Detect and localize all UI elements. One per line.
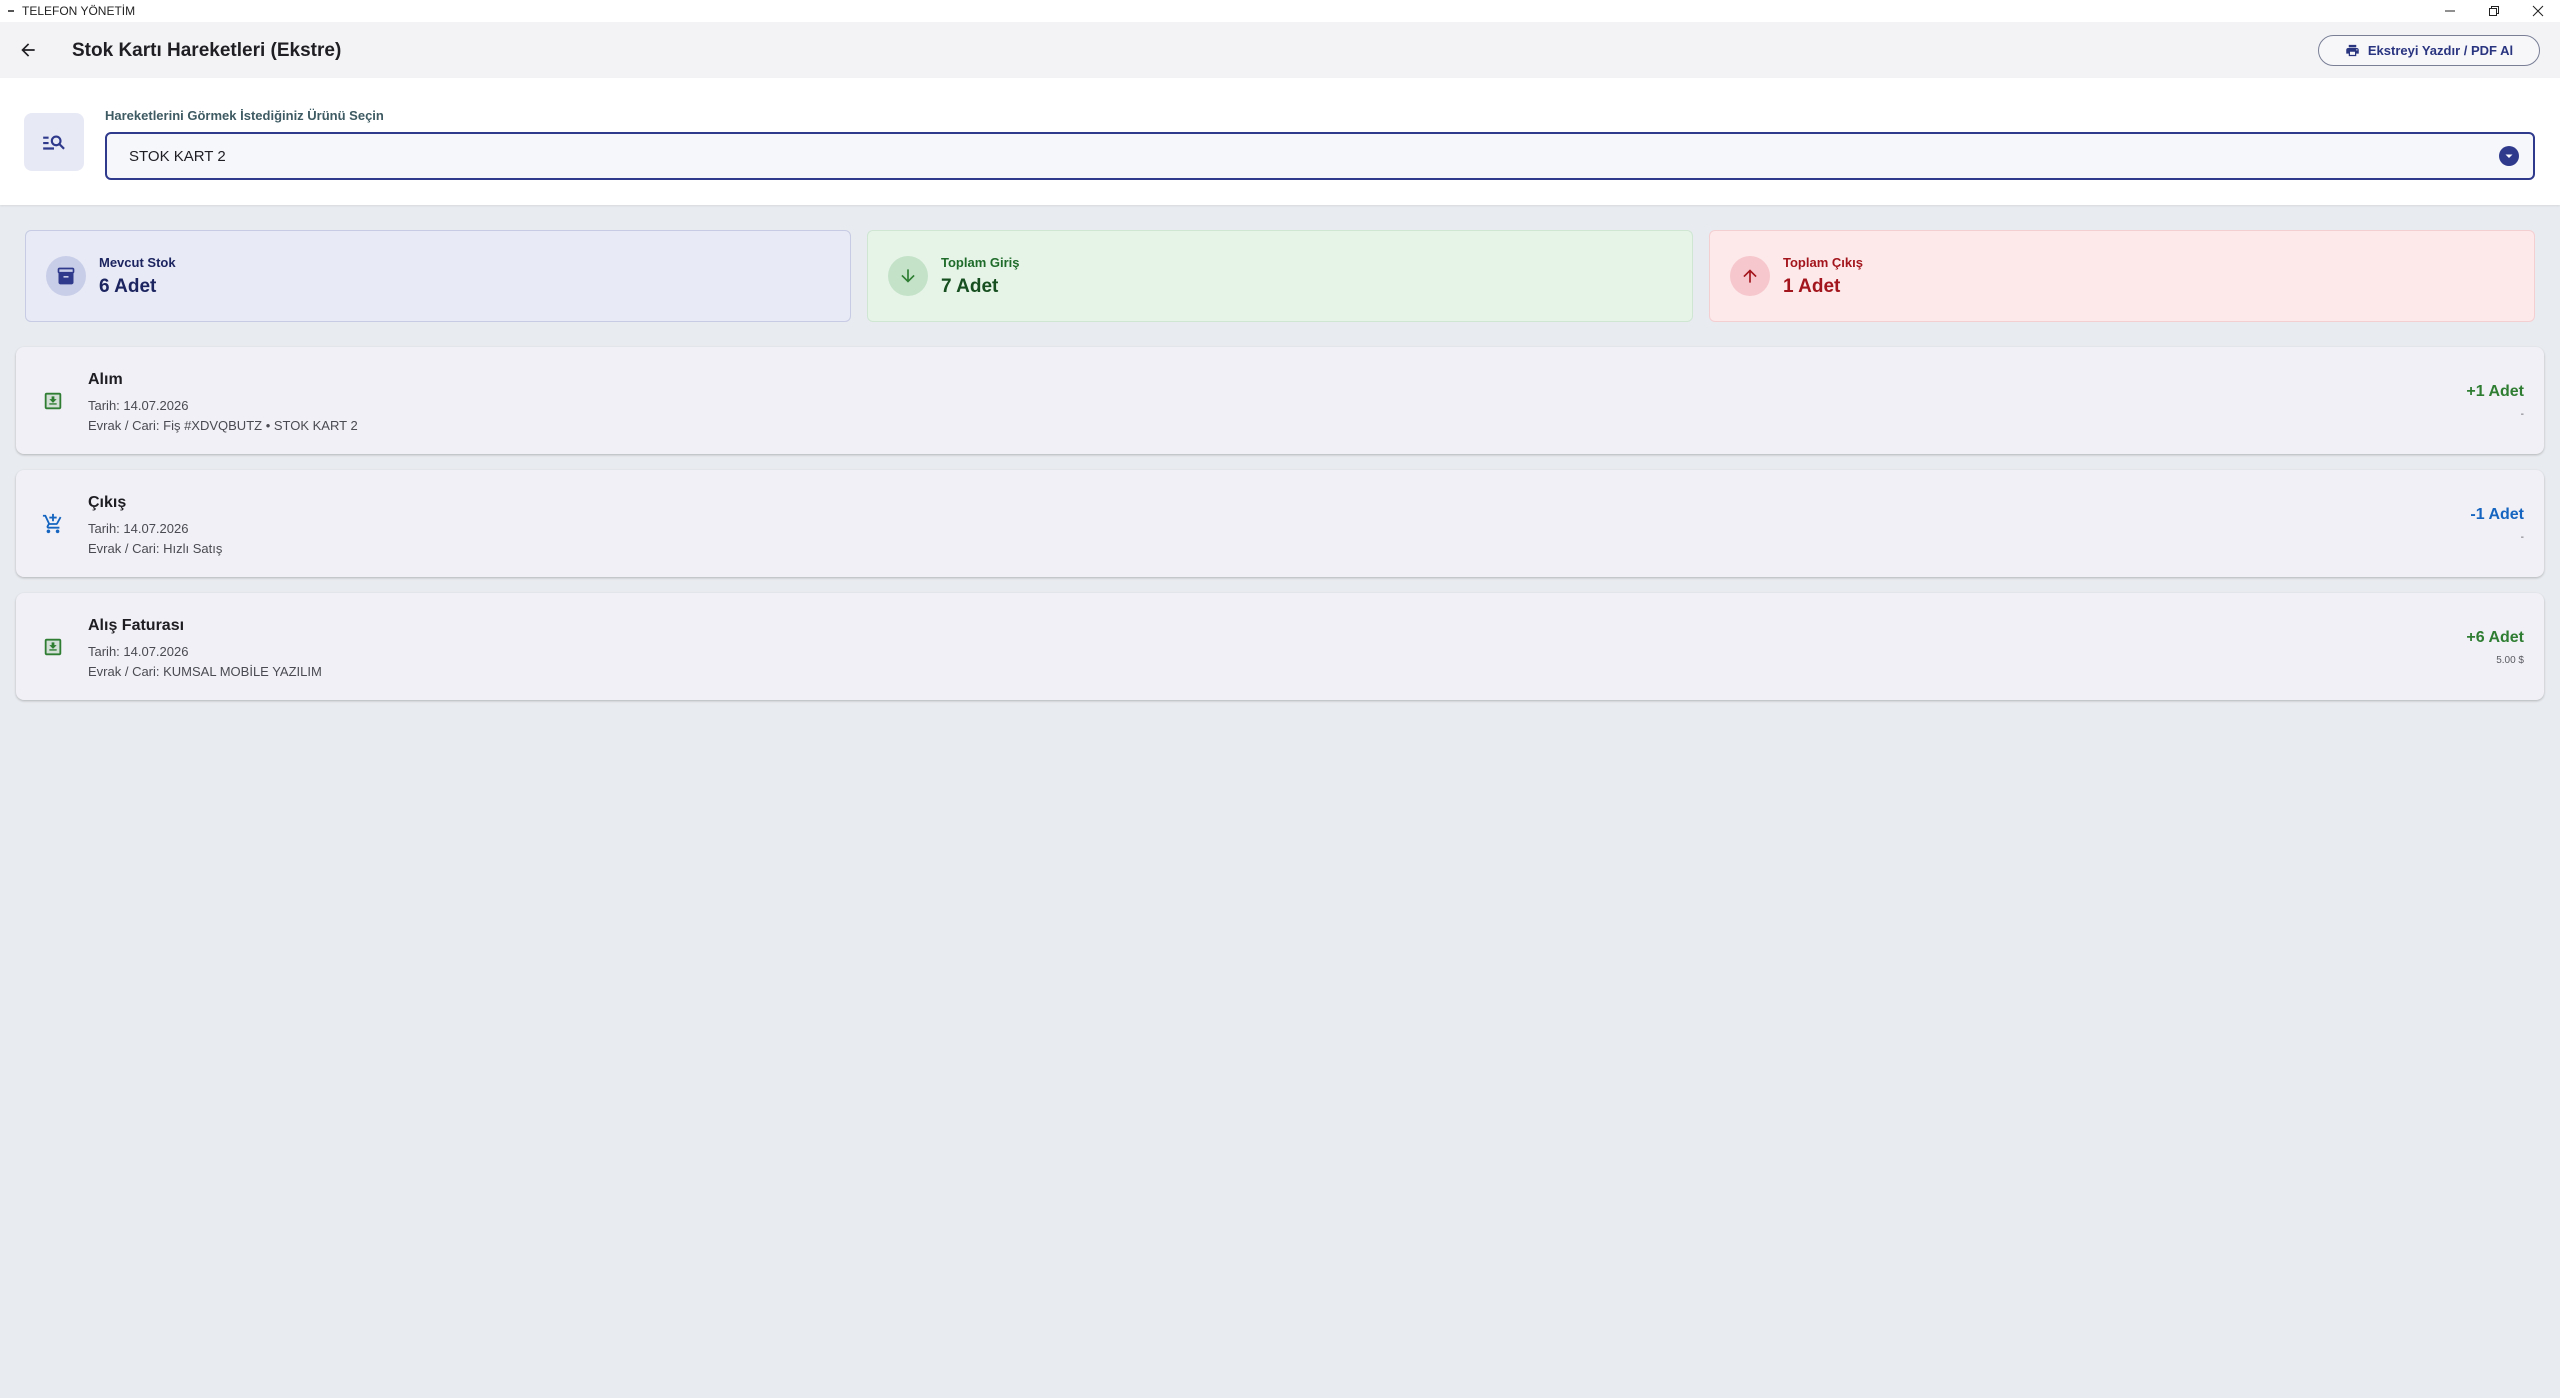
restore-icon xyxy=(2489,6,2499,16)
window-controls xyxy=(2428,0,2560,22)
download-box-icon xyxy=(44,638,62,656)
product-search-icon-box xyxy=(24,113,84,171)
arrow-up-icon xyxy=(1730,256,1770,296)
movement-date: Tarih: 14.07.2026 xyxy=(88,521,189,536)
movement-type: Alış Faturası xyxy=(88,617,185,634)
window-titlebar: TELEFON YÖNETİM xyxy=(0,0,2560,22)
minimize-button[interactable] xyxy=(2428,0,2472,22)
minimize-icon xyxy=(2445,10,2455,12)
movement-document: Evrak / Cari: Fiş #XDVQBUTZ • STOK KART … xyxy=(88,418,358,433)
total-in-label: Toplam Giriş xyxy=(941,255,1020,270)
summary-card-total-out: Toplam Çıkış 1 Adet xyxy=(1709,230,2535,322)
app-bar: Stok Kartı Hareketleri (Ekstre) Ekstreyi… xyxy=(0,22,2560,78)
movement-type: Alım xyxy=(88,371,123,388)
movement-row[interactable]: Çıkış Tarih: 14.07.2026 Evrak / Cari: Hı… xyxy=(16,470,2544,577)
movement-type: Çıkış xyxy=(88,494,127,511)
product-select-panel: Hareketlerini Görmek İstediğiniz Ürünü S… xyxy=(0,78,2560,205)
arrow-back-icon xyxy=(21,43,35,57)
movement-price: - xyxy=(2520,532,2524,543)
movement-row[interactable]: Alış Faturası Tarih: 14.07.2026 Evrak / … xyxy=(16,593,2544,700)
window-title: TELEFON YÖNETİM xyxy=(22,4,136,18)
close-button[interactable] xyxy=(2516,0,2560,22)
current-stock-value: 6 Adet xyxy=(99,276,157,297)
total-out-value: 1 Adet xyxy=(1783,276,1841,297)
movement-row[interactable]: Alım Tarih: 14.07.2026 Evrak / Cari: Fiş… xyxy=(16,347,2544,454)
movement-document: Evrak / Cari: KUMSAL MOBİLE YAZILIM xyxy=(88,664,322,679)
page-title: Stok Kartı Hareketleri (Ekstre) xyxy=(72,40,342,61)
cart-icon xyxy=(42,513,62,534)
movement-quantity: -1 Adet xyxy=(2470,506,2524,523)
total-out-label: Toplam Çıkış xyxy=(1783,255,1863,270)
movement-document: Evrak / Cari: Hızlı Satış xyxy=(88,541,223,556)
product-select-label: Hareketlerini Görmek İstediğiniz Ürünü S… xyxy=(105,108,384,123)
print-statement-button[interactable]: Ekstreyi Yazdır / PDF Al xyxy=(2318,35,2540,66)
summary-card-total-in: Toplam Giriş 7 Adet xyxy=(867,230,1693,322)
summary-card-current-stock: Mevcut Stok 6 Adet xyxy=(25,230,851,322)
total-in-value: 7 Adet xyxy=(941,276,999,297)
back-button[interactable] xyxy=(12,34,44,66)
app-icon xyxy=(8,10,14,12)
current-stock-label: Mevcut Stok xyxy=(99,255,176,270)
inventory-box-icon xyxy=(46,256,86,296)
print-statement-label: Ekstreyi Yazdır / PDF Al xyxy=(2367,43,2514,58)
product-select-value: STOK KART 2 xyxy=(129,147,226,165)
movement-price: - xyxy=(2520,409,2524,420)
movement-quantity: +1 Adet xyxy=(2466,383,2524,400)
manage-search-icon xyxy=(43,135,65,150)
movement-quantity: +6 Adet xyxy=(2466,629,2524,646)
printer-icon xyxy=(2346,44,2359,57)
movement-date: Tarih: 14.07.2026 xyxy=(88,644,189,659)
movement-date: Tarih: 14.07.2026 xyxy=(88,398,189,413)
movement-price: 5.00 $ xyxy=(2496,655,2524,666)
product-select-dropdown[interactable]: STOK KART 2 xyxy=(105,132,2535,180)
close-icon xyxy=(2532,5,2544,17)
download-box-icon xyxy=(44,392,62,410)
chevron-down-icon xyxy=(2499,146,2519,166)
arrow-down-icon xyxy=(888,256,928,296)
restore-button[interactable] xyxy=(2472,0,2516,22)
